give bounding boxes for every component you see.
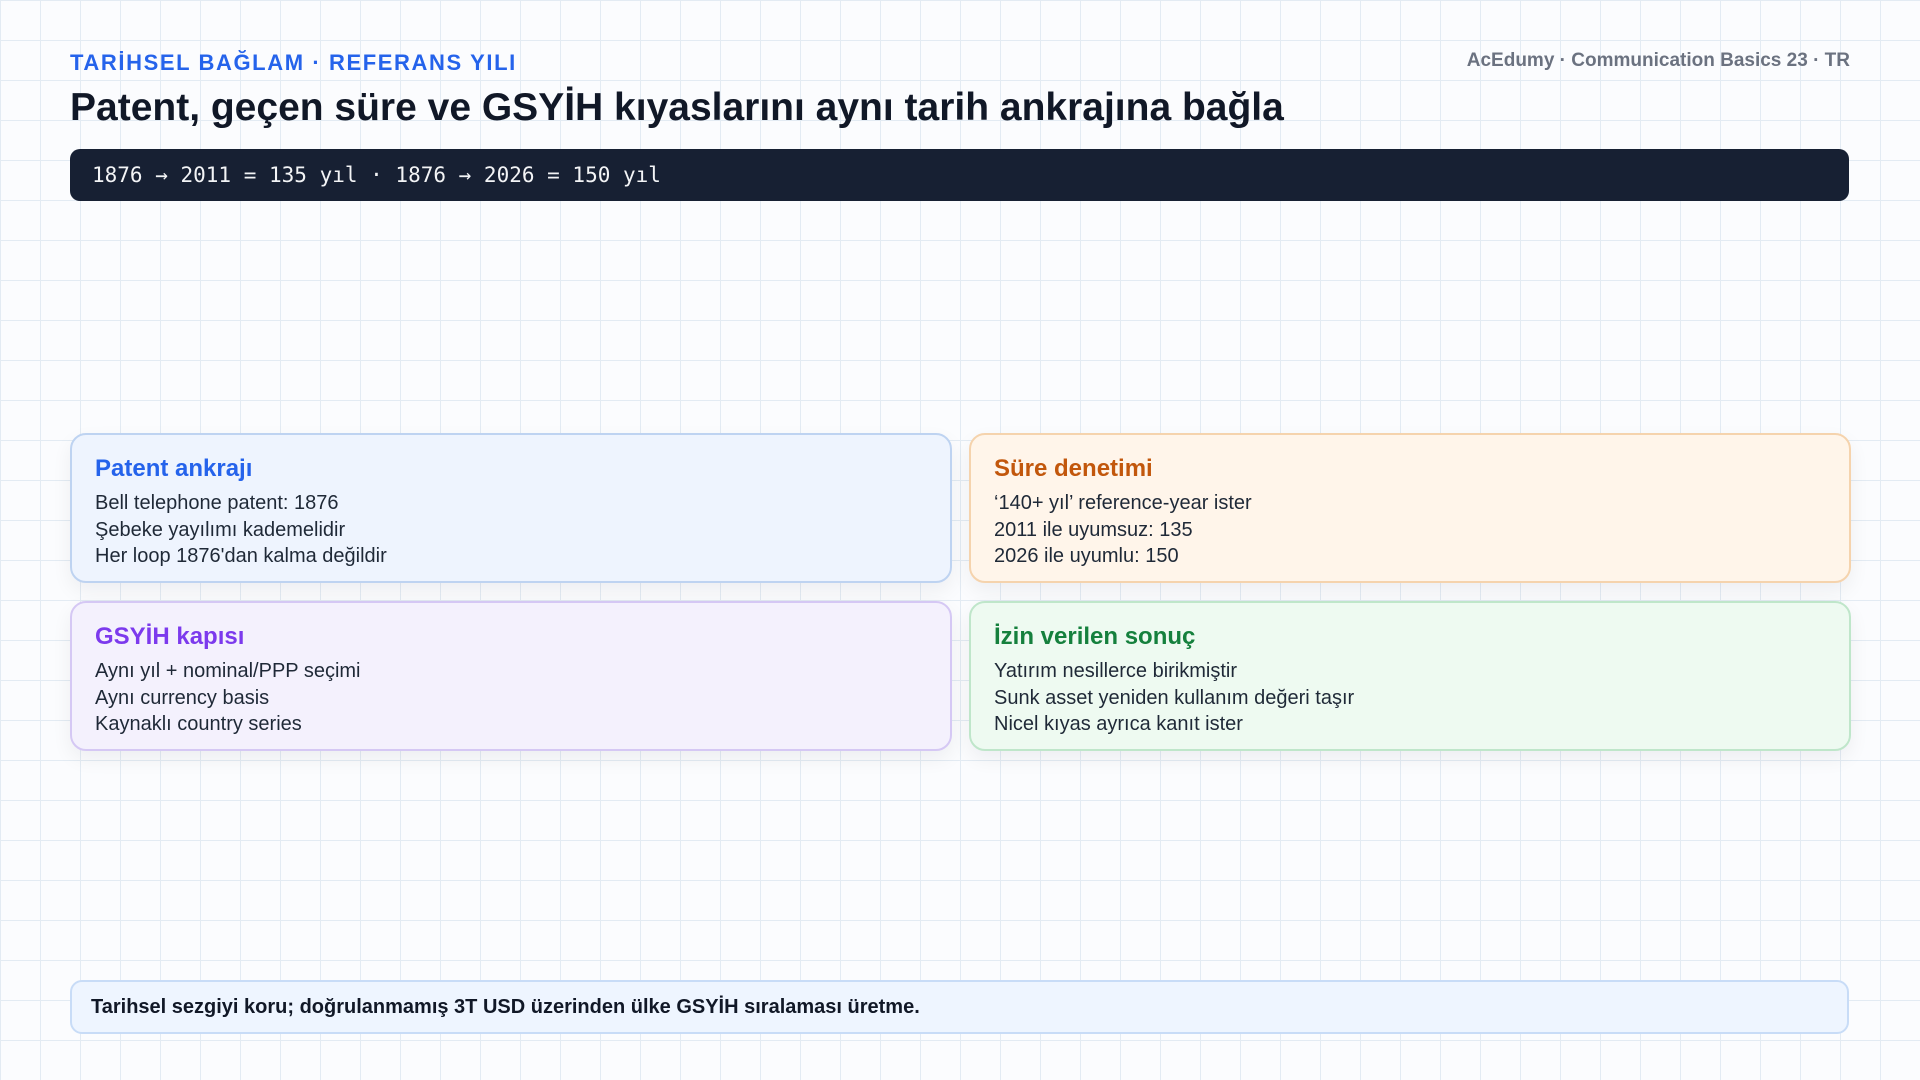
card-title: GSYİH kapısı xyxy=(95,623,245,650)
card-lines: Aynı yıl + nominal/PPP seçimi Aynı curre… xyxy=(95,658,927,738)
card-line: Aynı yıl + nominal/PPP seçimi xyxy=(95,660,361,682)
card-lines: Yatırım nesillerce birikmiştir Sunk asse… xyxy=(994,658,1826,738)
card-gdp-gate: GSYİH kapısı Aynı yıl + nominal/PPP seçi… xyxy=(70,601,952,751)
card-line: Aynı currency basis xyxy=(95,686,270,709)
card-line: 2026 ile uyumlu: 150 xyxy=(994,545,1179,567)
card-line: 2011 ile uyumsuz: 135 xyxy=(994,518,1193,541)
formula-bar: 1876 → 2011 = 135 yıl · 1876 → 2026 = 15… xyxy=(70,149,1849,201)
page-title: Patent, geçen süre ve GSYİH kıyaslarını … xyxy=(70,86,1284,129)
card-duration-check: Süre denetimi ‘140+ yıl’ reference-year … xyxy=(969,433,1851,583)
card-lines: Bell telephone patent: 1876 Şebeke yayıl… xyxy=(95,490,927,570)
card-line: Nicel kıyas ayrıca kanıt ister xyxy=(994,713,1243,735)
section-eyebrow: TARİHSEL BAĞLAM · REFERANS YILI xyxy=(70,50,517,75)
brand-label: AcEdumy · Communication Basics 23 · TR xyxy=(1466,50,1850,71)
card-lines: ‘140+ yıl’ reference-year ister 2011 ile… xyxy=(994,490,1826,570)
card-line: Bell telephone patent: 1876 xyxy=(95,492,339,514)
card-line: Yatırım nesillerce birikmiştir xyxy=(994,660,1237,682)
footer-note: Tarihsel sezgiyi koru; doğrulanmamış 3T … xyxy=(70,980,1849,1034)
card-title: Patent ankrajı xyxy=(95,455,253,482)
card-line: Şebeke yayılımı kademelidir xyxy=(95,518,346,541)
card-line: Sunk asset yeniden kullanım değeri taşır xyxy=(994,686,1355,709)
card-allowed-result: İzin verilen sonuç Yatırım nesillerce bi… xyxy=(969,601,1851,751)
card-line: Kaynaklı country series xyxy=(95,713,302,735)
card-line: Her loop 1876'dan kalma değildir xyxy=(95,545,387,567)
card-title: Süre denetimi xyxy=(994,455,1153,482)
card-line: ‘140+ yıl’ reference-year ister xyxy=(994,492,1252,514)
card-patent-anchor: Patent ankrajı Bell telephone patent: 18… xyxy=(70,433,952,583)
card-title: İzin verilen sonuç xyxy=(994,623,1196,650)
